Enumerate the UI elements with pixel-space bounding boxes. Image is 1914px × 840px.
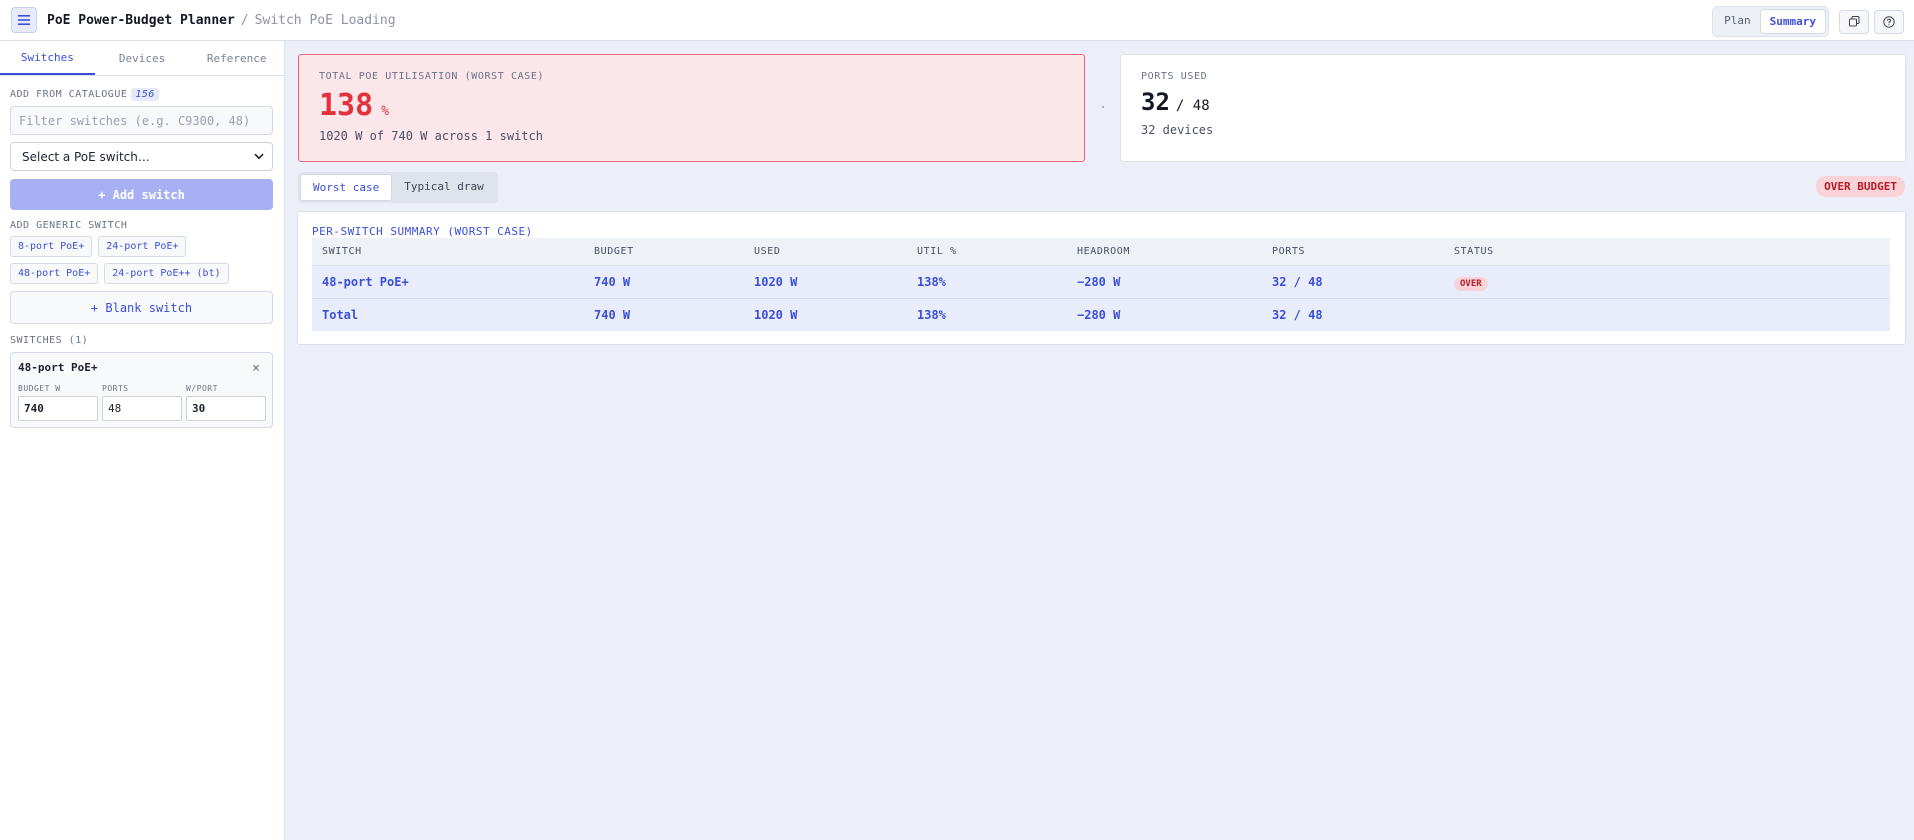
column-header: PORTS: [1262, 238, 1444, 266]
cell-switch: 48-port PoE+: [312, 265, 584, 299]
cell-headroom: −280 W: [1067, 265, 1262, 299]
watts-per-port-field: W/PORT: [186, 384, 266, 421]
utilisation-value: 138: [319, 88, 374, 123]
watts-per-port-label: W/PORT: [186, 384, 218, 393]
copy-button[interactable]: [1839, 9, 1869, 34]
status-badge: OVER: [1454, 276, 1488, 291]
generic-switch-chips: 8-port PoE+ 24-port PoE+ 48-port PoE+ 24…: [10, 236, 280, 284]
generic-section-label: ADD GENERIC SWITCH: [10, 220, 128, 231]
cell-switch: Total: [312, 298, 584, 331]
utilisation-value-row: 138 %: [319, 88, 1064, 123]
column-header: STATUS: [1444, 238, 1890, 266]
cell-budget: 740 W: [584, 265, 744, 299]
catalogue-section-label: ADD FROM CATALOGUE 156: [10, 88, 274, 101]
sidebar: Switches Devices Reference ADD FROM CATA…: [0, 41, 285, 840]
ports-field: PORTS: [102, 384, 182, 421]
sidebar-tabs: Switches Devices Reference: [0, 41, 284, 76]
help-icon: [1883, 15, 1895, 28]
view-mode-toggle: Plan Summary: [1712, 6, 1829, 37]
utilisation-subtext: 1020 W of 740 W across 1 switch: [319, 129, 543, 143]
cell-status: [1444, 298, 1890, 331]
tab-switches[interactable]: Switches: [0, 41, 95, 75]
ports-card: PORTS USED 32 / 48 32 devices: [1120, 54, 1906, 162]
cell-status: OVER: [1444, 265, 1890, 299]
switch-card-name: 48-port PoE+: [18, 361, 98, 374]
breadcrumb: Switch PoE Loading: [254, 12, 396, 28]
switch-filter-input[interactable]: [10, 106, 273, 135]
help-button[interactable]: [1874, 9, 1904, 34]
ports-total-value: / 48: [1175, 98, 1210, 114]
blank-switch-button[interactable]: + Blank switch: [10, 291, 273, 324]
cell-util: 138%: [907, 298, 1067, 331]
worst-case-button[interactable]: Worst case: [300, 174, 393, 201]
column-header: UTIL %: [907, 238, 1067, 266]
cell-used: 1020 W: [744, 298, 907, 331]
summary-table-title: PER-SWITCH SUMMARY (WORST CASE): [312, 225, 533, 238]
typical-draw-button[interactable]: Typical draw: [392, 174, 495, 201]
budget-input[interactable]: [18, 396, 98, 421]
summary-table: SWITCH BUDGET USED UTIL % HEADROOM PORTS…: [312, 238, 1890, 331]
table-row[interactable]: 48-port PoE+ 740 W 1020 W 138% −280 W 32…: [312, 265, 1890, 299]
copy-icon: [1848, 16, 1859, 27]
plan-view-button[interactable]: Plan: [1715, 9, 1760, 34]
chip-24-port-poe-plus[interactable]: 24-port PoE+: [98, 236, 187, 257]
switch-card-fields: BUDGET W PORTS W/PORT: [18, 384, 266, 421]
tab-devices[interactable]: Devices: [95, 41, 190, 75]
app-title: PoE Power-Budget Planner: [47, 12, 235, 28]
ports-input[interactable]: [102, 396, 182, 421]
column-header: SWITCH: [312, 238, 584, 266]
menu-icon: [18, 15, 30, 25]
switch-card: 48-port PoE+ × BUDGET W PORTS W/PORT: [10, 352, 273, 428]
table-header-row: SWITCH BUDGET USED UTIL % HEADROOM PORTS…: [312, 238, 1890, 266]
cell-budget: 740 W: [584, 298, 744, 331]
summary-view-button[interactable]: Summary: [1759, 9, 1826, 34]
breadcrumb-separator: /: [240, 12, 249, 28]
chip-48-port-poe-plus[interactable]: 48-port PoE+: [10, 263, 99, 284]
chip-8-port-poe-plus[interactable]: 8-port PoE+: [10, 236, 93, 257]
tab-reference[interactable]: Reference: [189, 41, 284, 75]
switch-select-value: Select a PoE switch…: [22, 149, 150, 164]
ports-used-value: 32: [1141, 88, 1170, 116]
column-header: USED: [744, 238, 907, 266]
cell-ports: 32 / 48: [1262, 265, 1444, 299]
budget-field-label: BUDGET W: [18, 384, 61, 393]
draw-mode-toggle: Worst case Typical draw: [298, 172, 498, 203]
separator-dot: [1102, 106, 1104, 108]
column-header: BUDGET: [584, 238, 744, 266]
ports-subtext: 32 devices: [1141, 123, 1214, 137]
ports-field-label: PORTS: [102, 384, 129, 393]
top-bar: PoE Power-Budget Planner / Switch PoE Lo…: [0, 0, 1914, 41]
budget-field: BUDGET W: [18, 384, 98, 421]
switches-section-label: SWITCHES (1): [10, 335, 89, 346]
cell-used: 1020 W: [744, 265, 907, 299]
cell-util: 138%: [907, 265, 1067, 299]
cell-ports: 32 / 48: [1262, 298, 1444, 331]
utilisation-label: TOTAL POE UTILISATION (WORST CASE): [319, 71, 545, 82]
per-switch-summary: PER-SWITCH SUMMARY (WORST CASE) SWITCH B…: [297, 211, 1906, 345]
cell-headroom: −280 W: [1067, 298, 1262, 331]
chip-24-port-poe-plus-plus[interactable]: 24-port PoE++ (bt): [104, 263, 229, 284]
add-switch-button[interactable]: + Add switch: [10, 179, 273, 210]
ports-value-row: 32 / 48: [1141, 88, 1885, 116]
close-icon[interactable]: ×: [252, 361, 260, 376]
ports-label: PORTS USED: [1141, 71, 1208, 82]
switch-select[interactable]: Select a PoE switch…: [10, 142, 273, 171]
watts-per-port-input[interactable]: [186, 396, 266, 421]
catalogue-label: ADD FROM CATALOGUE: [10, 89, 128, 100]
chevron-down-icon: [254, 153, 264, 160]
utilisation-card: TOTAL POE UTILISATION (WORST CASE) 138 %…: [298, 54, 1085, 162]
menu-button[interactable]: [11, 7, 37, 33]
over-budget-badge: OVER BUDGET: [1816, 176, 1905, 197]
utilisation-unit: %: [381, 104, 390, 119]
column-header: HEADROOM: [1067, 238, 1262, 266]
table-total-row: Total 740 W 1020 W 138% −280 W 32 / 48: [312, 298, 1890, 331]
catalogue-count-badge: 156: [131, 88, 159, 101]
